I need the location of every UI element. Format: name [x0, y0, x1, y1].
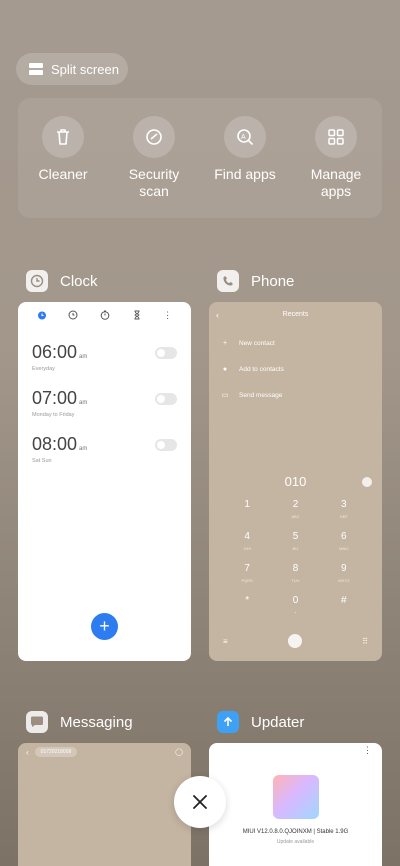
miui-version: MIUI V12.0.8.0.QJOINXM | Stable 1.9G [242, 829, 349, 835]
cleaner-button[interactable]: Cleaner [18, 116, 108, 183]
alarm-item[interactable]: 07:00 am Monday to Friday [32, 382, 177, 428]
new-contact-label: New contact [239, 339, 275, 347]
alarm-ampm: am [79, 354, 88, 360]
dial-pad: 1 2 ABC 3 DEF 4 GHI 5 JKL 6 MNO 7 PQRS 8 TUV 9W… [223, 500, 368, 620]
alarm-ampm: am [79, 400, 88, 406]
update-status: Update available [276, 839, 315, 845]
phone-app-card[interactable]: ‹ Recents + New contact ● Add to contacts … [209, 302, 382, 661]
grid-icon [315, 116, 357, 158]
phone-app-title: Phone [251, 272, 295, 290]
send-message-item[interactable]: ▭ Send message [209, 382, 382, 408]
add-alarm-button[interactable]: + [91, 613, 118, 640]
alarm-days: Everyday [32, 366, 55, 372]
quick-actions-panel: Cleaner Security scan A Find apps Manage… [18, 98, 382, 218]
manage-apps-button[interactable]: Manage apps [291, 116, 381, 200]
back-icon[interactable]: ‹ [216, 302, 219, 328]
clock-app-card[interactable]: ⋮ 06:00 am Everyday 07:00 am Monday to Fri… [18, 302, 191, 661]
messaging-app-title: Messaging [60, 713, 133, 731]
cleaner-label: Cleaner [38, 166, 88, 182]
contact-icon[interactable]: ◯ [175, 748, 183, 756]
dial-key[interactable]: * [223, 596, 271, 620]
find-apps-button[interactable]: A Find apps [200, 116, 290, 183]
alarm-toggle[interactable] [155, 393, 177, 405]
dial-key[interactable]: 9 WXYZ [320, 564, 368, 588]
alarm-item[interactable]: 06:00 am Everyday [32, 336, 177, 382]
find-apps-label: Find apps [214, 166, 276, 182]
updater-app-title: Updater [251, 713, 305, 731]
phone-app-header[interactable]: Phone [217, 270, 294, 292]
updater-app-icon [217, 711, 239, 733]
dialed-number: 010 [284, 474, 307, 489]
dial-key[interactable]: 8 TUV [271, 564, 319, 588]
dial-key[interactable]: 3 DEF [320, 500, 368, 524]
alarm-toggle[interactable] [155, 347, 177, 359]
more-options-icon[interactable]: ⋮ [363, 745, 372, 756]
world-clock-tab-icon[interactable] [68, 310, 78, 320]
alarm-time: 06:00 [32, 342, 78, 362]
alarm-tab-icon[interactable] [37, 310, 47, 320]
search-app-icon: A [224, 116, 266, 158]
dial-key[interactable]: 4 GHI [223, 532, 271, 556]
delete-digit-icon[interactable] [362, 477, 372, 487]
send-message-label: Send message [239, 391, 283, 399]
alarm-ampm: am [79, 446, 88, 452]
security-scan-button[interactable]: Security scan [109, 116, 199, 200]
messaging-app-icon [26, 711, 48, 733]
alarm-time: 08:00 [32, 434, 78, 454]
message-icon: ▭ [221, 392, 229, 399]
dial-key[interactable]: 1 [223, 500, 271, 524]
more-options-icon[interactable]: ⋮ [163, 310, 172, 321]
updater-app-header[interactable]: Updater [217, 711, 304, 733]
dialpad-icon[interactable]: ⠿ [362, 637, 368, 646]
dial-key[interactable]: # [320, 596, 368, 620]
add-to-contacts-item[interactable]: ● Add to contacts [209, 356, 382, 382]
split-screen-label: Split screen [51, 61, 119, 77]
plus-icon: + [222, 339, 228, 347]
recents-title: Recents [282, 311, 309, 318]
alarm-toggle[interactable] [155, 439, 177, 451]
clear-all-button[interactable] [174, 776, 226, 828]
split-screen-button[interactable]: Split screen [16, 53, 128, 85]
clock-app-icon [26, 270, 48, 292]
messaging-header-bar: ‹ 01720218009 ◯ [18, 743, 191, 761]
phone-app-icon [217, 270, 239, 292]
alarm-time: 07:00 [32, 388, 78, 408]
close-icon [193, 795, 207, 809]
shield-check-icon [133, 116, 175, 158]
split-screen-icon [29, 63, 43, 75]
messaging-app-card[interactable]: ‹ 01720218009 ◯ [18, 743, 191, 866]
security-scan-label: Security scan [128, 166, 180, 199]
new-contact-item[interactable]: + New contact [209, 330, 382, 356]
dial-key[interactable]: 2 ABC [271, 500, 319, 524]
add-to-contacts-label: Add to contacts [239, 365, 284, 373]
dial-key[interactable]: 5 JKL [271, 532, 319, 556]
stopwatch-tab-icon[interactable] [100, 310, 110, 320]
trash-icon [42, 116, 84, 158]
alarm-days: Monday to Friday [32, 412, 75, 418]
conversation-number: 01720218009 [34, 747, 78, 757]
dial-key[interactable]: 6 MNO [320, 532, 368, 556]
back-icon[interactable]: ‹ [26, 748, 29, 757]
person-add-icon: ● [222, 365, 228, 373]
phone-header-bar: ‹ Recents [209, 302, 382, 328]
alarm-days: Sat Sun [32, 458, 52, 464]
clock-app-title: Clock [60, 272, 98, 290]
manage-apps-label: Manage apps [310, 166, 362, 199]
dial-key[interactable]: 7 PQRS [223, 564, 271, 588]
clock-app-header[interactable]: Clock [26, 270, 98, 292]
call-icon[interactable] [287, 634, 302, 648]
svg-text:A: A [241, 134, 246, 141]
dial-key[interactable]: 0 + [271, 596, 319, 620]
dial-bottom-bar: ≡ ⠿ [223, 634, 368, 648]
messaging-app-header[interactable]: Messaging [26, 711, 133, 733]
alarm-item[interactable]: 08:00 am Sat Sun [32, 428, 177, 474]
menu-icon[interactable]: ≡ [223, 637, 228, 646]
miui-logo [273, 775, 319, 819]
clock-tab-bar: ⋮ [18, 302, 191, 328]
updater-app-card[interactable]: ⋮ MIUI V12.0.8.0.QJOINXM | Stable 1.9G U… [209, 743, 382, 866]
timer-tab-icon[interactable] [132, 310, 142, 320]
